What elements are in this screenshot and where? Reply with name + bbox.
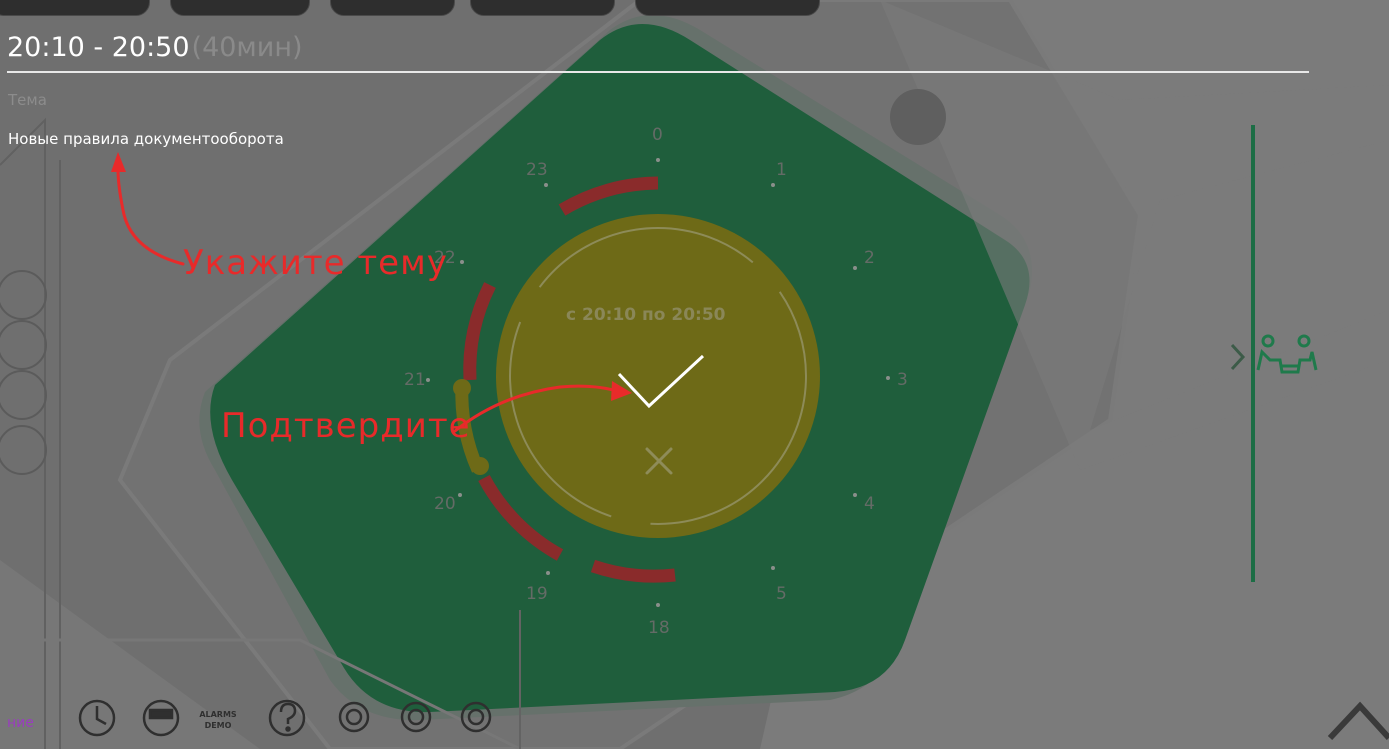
annotation-topic-hint: Укажите тему [183,243,448,283]
bottom-nav-label[interactable]: ние [7,715,34,731]
topic-input[interactable]: Новые правила документооборота [8,130,284,148]
pillar [890,89,946,145]
hour-label: 0 [652,125,663,145]
hour-label: 4 [864,494,875,514]
topic-label: Тема [8,91,47,109]
hour-label: 3 [897,370,908,390]
top-tab-1[interactable] [0,0,150,16]
topic-arrow [116,168,185,266]
time-range: 20:10 - 20:50 [7,32,190,63]
hour-label: 20 [434,494,456,514]
top-tab-5[interactable] [635,0,820,16]
hour-label: 21 [404,370,426,390]
annotation-confirm-hint: Подтвердите [221,406,471,446]
top-tab-2[interactable] [170,0,310,16]
alarms-label: ALARMS [199,710,237,719]
header-divider [7,71,1309,73]
alarms-demo-button[interactable]: ALARMS DEMO [196,709,240,731]
confirm-check-icon[interactable] [615,352,707,412]
clock-range-text: с 20:10 по 20:50 [566,305,726,325]
demo-label: DEMO [204,721,232,730]
top-tab-3[interactable] [330,0,455,16]
hour-label: 23 [526,160,548,180]
hour-label: 18 [648,618,670,638]
booking-time-title: 20:10 - 20:50(40мин) [7,30,303,66]
top-tabs [0,0,830,18]
hour-label: 1 [776,160,787,180]
side-panel-divider [1251,125,1255,582]
top-tab-4[interactable] [470,0,615,16]
duration: (40мин) [191,32,303,63]
hour-label: 19 [526,584,548,604]
hour-label: 2 [864,248,875,268]
hour-label: 5 [776,584,787,604]
